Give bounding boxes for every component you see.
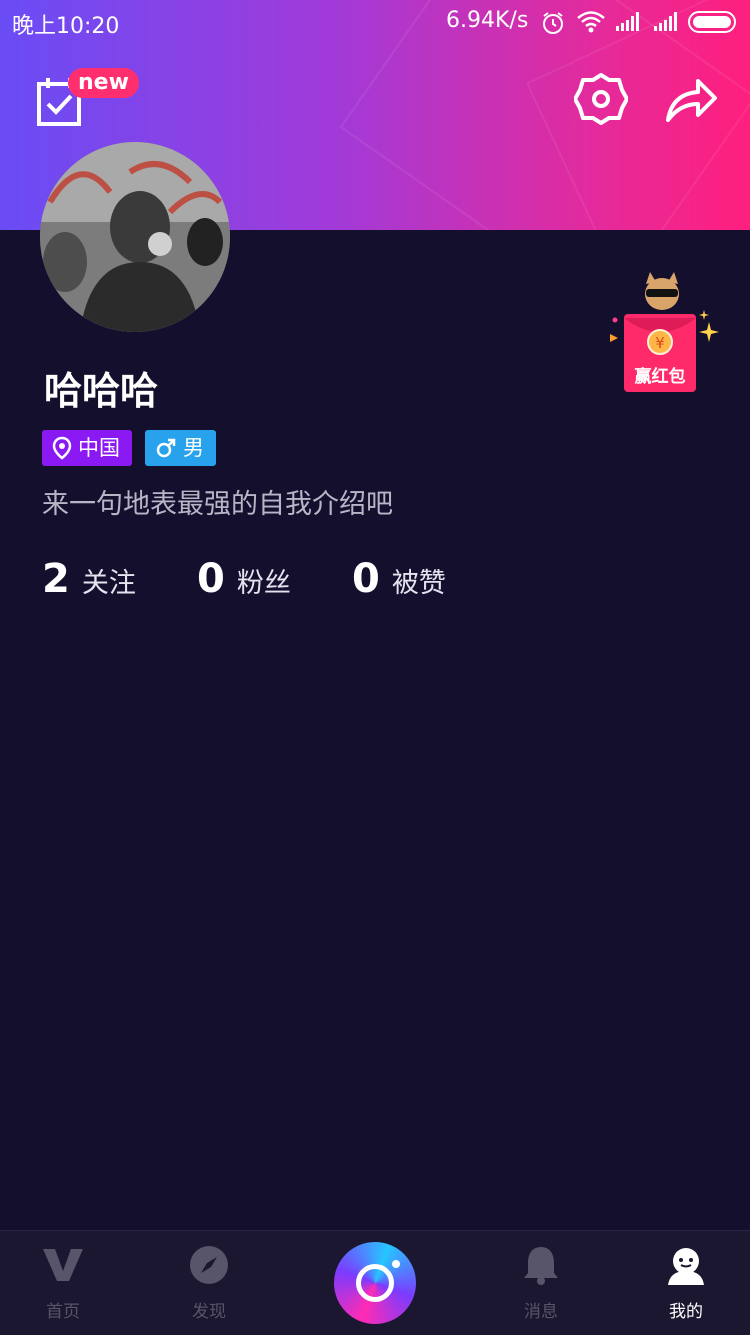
- status-time: 晚上10:20: [12, 14, 120, 39]
- tab-profile-label: 我的: [669, 1302, 703, 1322]
- followers-count: 0: [197, 556, 225, 602]
- followers-stat[interactable]: 0 粉丝: [197, 556, 291, 602]
- following-label: 关注: [81, 568, 136, 599]
- tab-home-label: 首页: [46, 1302, 80, 1322]
- new-badge: new: [68, 68, 139, 98]
- likes-label: 被赞: [391, 568, 446, 599]
- network-speed: 6.94K/s: [446, 8, 529, 33]
- username: 哈哈哈: [44, 369, 159, 413]
- location-tag[interactable]: 中国: [42, 430, 132, 466]
- following-stat[interactable]: 2 关注: [42, 556, 136, 602]
- tab-discover-label: 发现: [192, 1302, 226, 1322]
- share-icon[interactable]: [664, 72, 718, 126]
- avatar-photo: [40, 142, 230, 332]
- camera-flash-dot: [392, 1260, 400, 1268]
- location-label: 中国: [78, 436, 120, 460]
- avatar[interactable]: [40, 142, 230, 332]
- battery-icon: [688, 11, 736, 33]
- bio-text[interactable]: 来一句地表最强的自我介绍吧: [42, 482, 393, 521]
- followers-label: 粉丝: [236, 568, 291, 599]
- camera-icon: [356, 1264, 394, 1302]
- gender-label: 男: [183, 436, 204, 460]
- location-pin-icon: [52, 436, 72, 460]
- male-icon: [156, 438, 176, 458]
- tab-messages-label: 消息: [524, 1302, 558, 1322]
- alarm-icon: [543, 12, 563, 34]
- wifi-icon: [577, 11, 605, 33]
- profile-icon: [668, 1248, 704, 1285]
- likes-count: 0: [352, 556, 380, 602]
- tab-home[interactable]: 首页: [18, 1245, 108, 1322]
- tab-messages[interactable]: 消息: [496, 1245, 586, 1322]
- signal-icon: [654, 12, 677, 31]
- red-packet-promo[interactable]: ¥ 赢红包: [606, 272, 724, 396]
- red-packet-icon: ¥ 赢红包: [610, 272, 719, 392]
- coin-symbol: ¥: [655, 334, 665, 352]
- red-packet-label: 赢红包: [635, 366, 686, 387]
- status-bar: 晚上10:20 6.94K/s: [0, 0, 750, 44]
- gender-tag[interactable]: 男: [145, 430, 216, 466]
- bell-icon: [524, 1247, 558, 1285]
- camera-record-button[interactable]: [334, 1242, 416, 1324]
- likes-stat[interactable]: 0 被赞: [352, 556, 446, 602]
- tab-discover[interactable]: 发现: [164, 1245, 254, 1322]
- tab-profile[interactable]: 我的: [641, 1245, 731, 1322]
- compass-icon: [190, 1246, 228, 1284]
- settings-icon[interactable]: [574, 72, 628, 126]
- following-count: 2: [42, 556, 70, 602]
- signal-icon: [616, 12, 639, 31]
- home-v-icon: [43, 1249, 83, 1281]
